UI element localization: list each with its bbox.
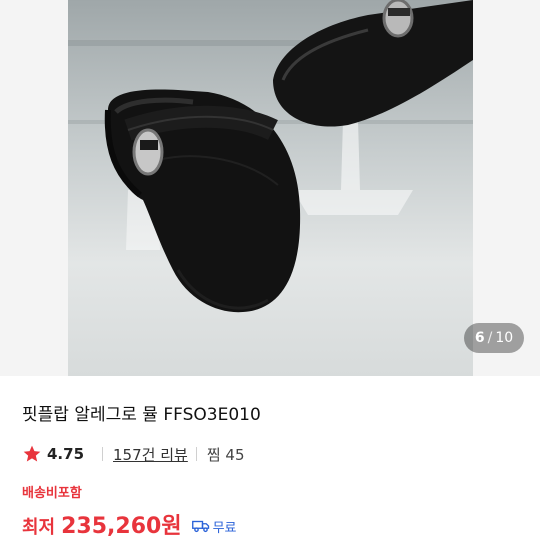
rating-value: 4.75 — [47, 445, 85, 463]
star-icon — [23, 445, 41, 462]
product-photo[interactable] — [68, 0, 473, 376]
wishlist-count[interactable]: 찜 45 — [207, 444, 245, 465]
free-delivery-label: 무료 — [212, 520, 237, 536]
image-counter-separator: / — [487, 330, 493, 346]
price-value: 235,260원 — [61, 514, 182, 539]
price-row: 최저 235,260원 무료 — [22, 508, 237, 540]
review-count-link[interactable]: 157건 리뷰 — [113, 444, 188, 465]
divider — [195, 447, 197, 461]
rating-row: 4.75 157건 리뷰 찜 45 — [22, 443, 244, 465]
image-counter: 6 / 10 — [464, 323, 524, 353]
image-counter-total: 10 — [495, 330, 514, 346]
truck-icon — [191, 520, 209, 533]
shoe-photo-illustration — [68, 0, 473, 313]
shipping-included-label: 배송비포함 — [22, 486, 82, 501]
image-counter-current: 6 — [474, 330, 485, 346]
free-delivery-badge: 무료 — [191, 517, 237, 536]
product-image-gallery[interactable]: 6 / 10 — [0, 0, 540, 376]
divider — [102, 447, 104, 461]
product-title: 핏플랍 알레그로 뮬 FFSO3E010 — [22, 405, 261, 425]
lowest-price-label: 최저 — [22, 517, 56, 538]
